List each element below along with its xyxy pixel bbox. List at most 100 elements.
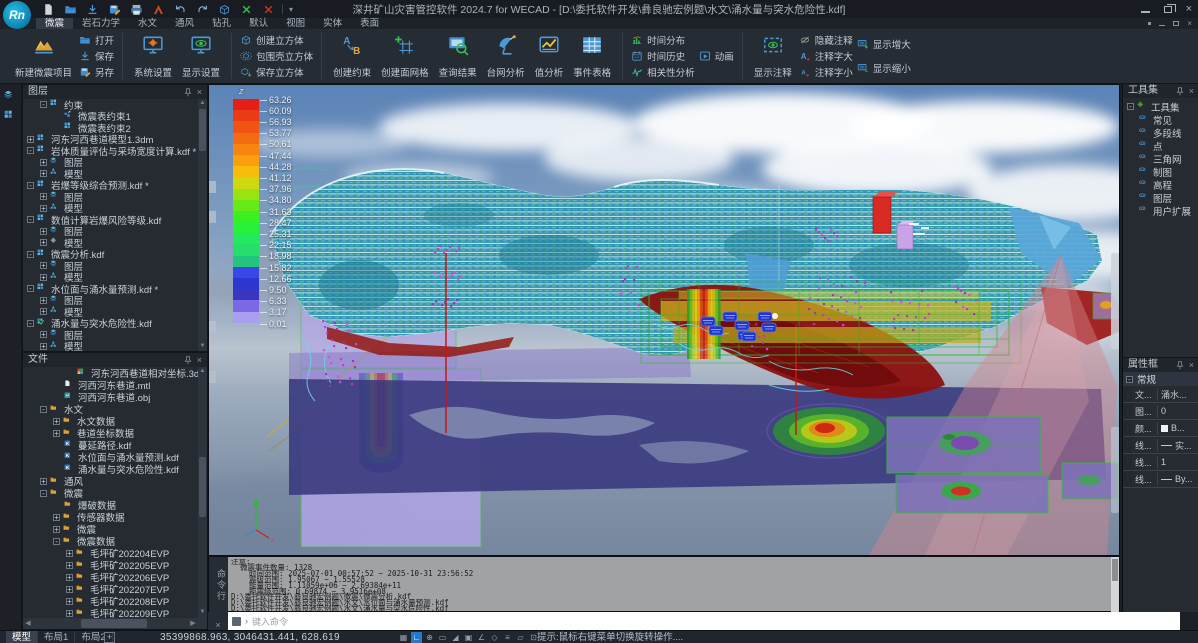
doc-close-icon[interactable]: × — [1187, 20, 1192, 28]
tree-expand-icon[interactable]: + — [40, 308, 47, 315]
redo-icon[interactable] — [194, 2, 210, 16]
property-value[interactable]: 实... — [1158, 439, 1192, 452]
tree-expand-icon[interactable]: + — [66, 598, 73, 605]
tree-item[interactable]: +模型 — [23, 237, 198, 249]
tree-expand-icon[interactable]: + — [40, 239, 47, 246]
tree-item[interactable]: K涌水量与突水危险性.kdf — [23, 463, 198, 475]
tree-expand-icon[interactable]: + — [53, 418, 60, 425]
tree-expand-icon[interactable]: + — [27, 136, 34, 143]
dyn-icon[interactable]: ◇ — [489, 632, 500, 643]
ribbon-button-create-mesh[interactable]: 创建面网格 — [376, 31, 434, 81]
tree-expand-icon[interactable]: + — [66, 550, 73, 557]
tree-expand-icon[interactable]: + — [66, 610, 73, 617]
snap-icon[interactable]: ∟ — [411, 632, 422, 643]
tree-item[interactable]: 河东河西巷道相对坐标.3dm — [23, 367, 198, 379]
ortho-icon[interactable]: ⊕ — [424, 632, 435, 643]
tree-expand-icon[interactable]: + — [40, 331, 47, 338]
restore-icon[interactable] — [1164, 6, 1172, 13]
property-row[interactable]: 线...实... — [1123, 437, 1198, 454]
ribbon-button-open[interactable]: 打开 — [79, 32, 114, 48]
ribbon-button-system-settings[interactable]: 系统设置 — [129, 31, 177, 81]
tree-item[interactable]: +传感器数据 — [23, 511, 198, 523]
toolbox-item-多段线[interactable]: 多段线 — [1123, 126, 1198, 139]
ribbon-button-value-analysis[interactable]: 值分析 — [530, 31, 569, 81]
tree-item[interactable]: +图层 — [23, 157, 198, 169]
tree-expand-icon[interactable]: - — [27, 182, 34, 189]
tree-expand-icon[interactable]: - — [40, 406, 47, 413]
ribbon-button-show-annotation[interactable]: 显示注释 — [749, 31, 797, 81]
doc-pin-icon[interactable] — [1148, 22, 1151, 25]
ribbon-button-time-history[interactable]: 时间历史 — [631, 48, 695, 64]
ribbon-button-network-analysis[interactable]: 台网分析 — [482, 31, 530, 81]
tree-item[interactable]: +水文数据 — [23, 415, 198, 427]
tree-expand-icon[interactable]: + — [40, 343, 47, 350]
pin-icon[interactable] — [1176, 361, 1184, 370]
tree-expand-icon[interactable]: + — [40, 478, 47, 485]
pin-icon[interactable] — [1176, 87, 1184, 96]
ribbon-button-save[interactable]: 保存 — [79, 48, 114, 64]
x-green-icon[interactable] — [238, 2, 254, 16]
tree-expand-icon[interactable]: - — [1127, 103, 1134, 110]
ribbon-button-event-table[interactable]: 事件表格 — [568, 31, 616, 81]
tree-expand-icon[interactable]: + — [53, 526, 60, 533]
dock-layers-icon[interactable] — [4, 90, 18, 104]
tree-item[interactable]: +通风 — [23, 475, 198, 487]
properties-group-header[interactable]: - 常规 — [1123, 372, 1198, 386]
tree-expand-icon[interactable]: + — [66, 586, 73, 593]
property-row[interactable]: 图...0 — [1123, 403, 1198, 420]
tree-expand-icon[interactable]: + — [40, 228, 47, 235]
tree-expand-icon[interactable]: - — [27, 251, 34, 258]
tree-expand-icon[interactable]: - — [27, 285, 34, 292]
tree-item[interactable]: +毛坪矿202205EVP — [23, 559, 198, 571]
ribbon-button-new-project[interactable]: 新建微震项目 — [10, 31, 77, 81]
property-value[interactable]: 涌水... — [1158, 388, 1187, 401]
layers-scrollbar[interactable]: ▲▼ — [198, 99, 207, 351]
ribbon-button-save-as[interactable]: 另存 — [79, 64, 114, 80]
open-folder-icon[interactable] — [62, 2, 78, 16]
more-icon[interactable]: ▾ — [289, 5, 293, 14]
property-row[interactable]: 线...By... — [1123, 471, 1198, 488]
tree-item[interactable]: +河东河西巷道模型1.3dm — [23, 134, 198, 146]
toolbox-item-图层[interactable]: 图层 — [1123, 191, 1198, 204]
menu-tab-通风[interactable]: 通风 — [166, 18, 203, 29]
tree-item[interactable]: +微震 — [23, 523, 198, 535]
add-layout-icon[interactable]: + — [104, 632, 115, 643]
tree-expand-icon[interactable]: + — [40, 170, 47, 177]
tree-expand-icon[interactable]: + — [53, 514, 60, 521]
tree-item[interactable]: -水位面与涌水量预测.kdf * — [23, 283, 198, 295]
ribbon-button-query-results[interactable]: 查询结果 — [434, 31, 482, 81]
property-value[interactable]: B... — [1158, 423, 1185, 433]
ribbon-button-disp-big[interactable]: 显示增大 — [857, 36, 911, 52]
toolbox-root[interactable]: -工具集 — [1123, 100, 1198, 113]
tree-item[interactable]: 微震表约束2 — [23, 122, 198, 134]
tree-item[interactable]: +模型 — [23, 341, 198, 352]
files-scrollbar[interactable]: ▲▼ — [198, 367, 207, 629]
tree-item[interactable]: +模型 — [23, 272, 198, 284]
tree-item[interactable]: -微震分析.kdf — [23, 249, 198, 261]
tree-expand-icon[interactable]: + — [40, 193, 47, 200]
tree-item[interactable]: -微震数据 — [23, 535, 198, 547]
menu-tab-微震[interactable]: 微震 — [36, 18, 73, 29]
tree-item[interactable]: -数值计算岩爆风险等级.kdf — [23, 214, 198, 226]
console-tab[interactable]: 命令行 — [209, 557, 228, 613]
tree-expand-icon[interactable]: + — [40, 205, 47, 212]
tree-expand-icon[interactable]: - — [27, 147, 34, 154]
tree-item[interactable]: -水文 — [23, 403, 198, 415]
doc-minimize-icon[interactable] — [1159, 22, 1165, 26]
collapse-icon[interactable]: - — [1126, 376, 1133, 383]
save-icon[interactable] — [84, 2, 100, 16]
pin-icon[interactable] — [184, 356, 192, 365]
save-as-icon[interactable] — [106, 2, 122, 16]
panel-close-icon[interactable]: × — [1189, 358, 1194, 372]
quickprops-icon[interactable]: ▱ — [515, 632, 526, 643]
osnap-icon[interactable]: ◢ — [450, 632, 461, 643]
toolbox-item-高程[interactable]: 高程 — [1123, 178, 1198, 191]
tree-expand-icon[interactable]: + — [40, 262, 47, 269]
tree-expand-icon[interactable]: - — [53, 538, 60, 545]
tree-expand-icon[interactable]: + — [40, 297, 47, 304]
toolbox-item-用户扩展[interactable]: 用户扩展 — [1123, 204, 1198, 217]
console-close-icon[interactable]: × — [208, 612, 228, 630]
panel-close-icon[interactable]: × — [1189, 84, 1194, 98]
tree-item[interactable]: 河西河东巷道.mtl — [23, 379, 198, 391]
property-row[interactable]: 文...涌水... — [1123, 386, 1198, 403]
